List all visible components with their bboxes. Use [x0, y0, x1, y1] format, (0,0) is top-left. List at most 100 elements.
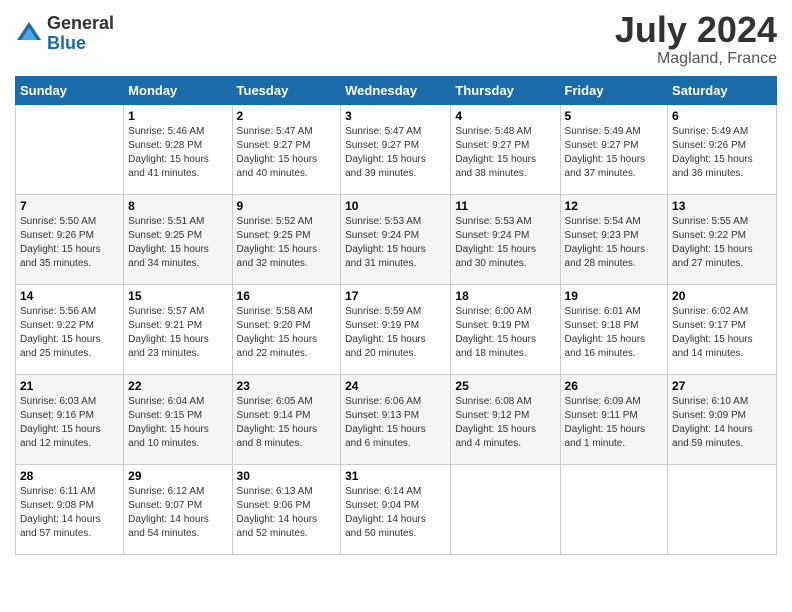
- day-info: Sunrise: 6:14 AMSunset: 9:04 PMDaylight:…: [345, 485, 446, 541]
- day-number: 25: [455, 379, 555, 393]
- day-info: Sunrise: 5:55 AMSunset: 9:22 PMDaylight:…: [672, 215, 772, 271]
- calendar-week-row: 28Sunrise: 6:11 AMSunset: 9:08 PMDayligh…: [16, 464, 777, 554]
- logo-text: General Blue: [47, 14, 114, 54]
- day-number: 6: [672, 109, 772, 123]
- calendar-cell: 8Sunrise: 5:51 AMSunset: 9:25 PMDaylight…: [124, 194, 232, 284]
- day-number: 26: [565, 379, 664, 393]
- day-number: 27: [672, 379, 772, 393]
- day-info: Sunrise: 5:46 AMSunset: 9:28 PMDaylight:…: [128, 125, 227, 181]
- calendar-cell: 3 Sunrise: 5:47 AMSunset: 9:27 PMDaylight…: [341, 104, 451, 194]
- day-info: Sunrise: 5:58 AMSunset: 9:20 PMDaylight:…: [237, 305, 337, 361]
- day-number: 30: [237, 469, 337, 483]
- day-number: 12: [565, 199, 664, 213]
- location: Magland, France: [615, 50, 777, 68]
- header-thursday: Thursday: [451, 76, 560, 104]
- calendar-cell: 27Sunrise: 6:10 AMSunset: 9:09 PMDayligh…: [668, 374, 777, 464]
- day-info: Sunrise: 5:49 AMSunset: 9:27 PMDaylight:…: [565, 125, 664, 181]
- day-number: 1: [128, 109, 227, 123]
- day-number: 16: [237, 289, 337, 303]
- calendar-cell: 15Sunrise: 5:57 AMSunset: 9:21 PMDayligh…: [124, 284, 232, 374]
- header-wednesday: Wednesday: [341, 76, 451, 104]
- calendar-cell: 20 Sunrise: 6:02 AMSunset: 9:17 PMDayligh…: [668, 284, 777, 374]
- day-number: 18: [455, 289, 555, 303]
- calendar-table: SundayMondayTuesdayWednesdayThursdayFrid…: [15, 76, 777, 555]
- calendar-cell: 24 Sunrise: 6:06 AMSunset: 9:13 PMDayligh…: [341, 374, 451, 464]
- calendar-cell: 9 Sunrise: 5:52 AMSunset: 9:25 PMDaylight…: [232, 194, 341, 284]
- day-info: Sunrise: 6:02 AMSunset: 9:17 PMDaylight:…: [672, 305, 772, 361]
- logo-blue: Blue: [47, 34, 114, 54]
- day-number: 24: [345, 379, 446, 393]
- day-info: Sunrise: 5:52 AMSunset: 9:25 PMDaylight:…: [237, 215, 337, 271]
- calendar-cell: 13 Sunrise: 5:55 AMSunset: 9:22 PMDayligh…: [668, 194, 777, 284]
- calendar-cell: 22 Sunrise: 6:04 AMSunset: 9:15 PMDayligh…: [124, 374, 232, 464]
- day-info: Sunrise: 5:48 AMSunset: 9:27 PMDaylight:…: [455, 125, 555, 181]
- day-number: 29: [128, 469, 227, 483]
- calendar-cell: 4 Sunrise: 5:48 AMSunset: 9:27 PMDaylight…: [451, 104, 560, 194]
- header-saturday: Saturday: [668, 76, 777, 104]
- day-info: Sunrise: 5:59 AMSunset: 9:19 PMDaylight:…: [345, 305, 446, 361]
- day-number: 22: [128, 379, 227, 393]
- day-info: Sunrise: 6:09 AMSunset: 9:11 PMDaylight:…: [565, 395, 664, 451]
- calendar-cell: 7Sunrise: 5:50 AMSunset: 9:26 PMDaylight…: [16, 194, 124, 284]
- calendar-cell: 11 Sunrise: 5:53 AMSunset: 9:24 PMDayligh…: [451, 194, 560, 284]
- calendar-cell: 6 Sunrise: 5:49 AMSunset: 9:26 PMDaylight…: [668, 104, 777, 194]
- day-number: 13: [672, 199, 772, 213]
- day-number: 2: [237, 109, 337, 123]
- day-info: Sunrise: 5:50 AMSunset: 9:26 PMDaylight:…: [20, 215, 119, 271]
- day-info: Sunrise: 5:49 AMSunset: 9:26 PMDaylight:…: [672, 125, 772, 181]
- day-info: Sunrise: 6:01 AMSunset: 9:18 PMDaylight:…: [565, 305, 664, 361]
- day-info: Sunrise: 5:47 AMSunset: 9:27 PMDaylight:…: [237, 125, 337, 181]
- day-info: Sunrise: 5:54 AMSunset: 9:23 PMDaylight:…: [565, 215, 664, 271]
- calendar-cell: 10 Sunrise: 5:53 AMSunset: 9:24 PMDayligh…: [341, 194, 451, 284]
- calendar-cell: [16, 104, 124, 194]
- day-info: Sunrise: 6:04 AMSunset: 9:15 PMDaylight:…: [128, 395, 227, 451]
- day-info: Sunrise: 5:47 AMSunset: 9:27 PMDaylight:…: [345, 125, 446, 181]
- calendar-cell: 5Sunrise: 5:49 AMSunset: 9:27 PMDaylight…: [560, 104, 668, 194]
- header-tuesday: Tuesday: [232, 76, 341, 104]
- day-number: 11: [455, 199, 555, 213]
- day-number: 10: [345, 199, 446, 213]
- day-number: 17: [345, 289, 446, 303]
- month-year: July 2024: [615, 10, 777, 50]
- calendar-week-row: 7Sunrise: 5:50 AMSunset: 9:26 PMDaylight…: [16, 194, 777, 284]
- header-sunday: Sunday: [16, 76, 124, 104]
- page-header: General Blue July 2024 Magland, France: [15, 10, 777, 68]
- day-number: 3: [345, 109, 446, 123]
- day-info: Sunrise: 6:06 AMSunset: 9:13 PMDaylight:…: [345, 395, 446, 451]
- calendar-cell: 25 Sunrise: 6:08 AMSunset: 9:12 PMDayligh…: [451, 374, 560, 464]
- calendar-cell: [560, 464, 668, 554]
- calendar-cell: 19 Sunrise: 6:01 AMSunset: 9:18 PMDayligh…: [560, 284, 668, 374]
- day-number: 20: [672, 289, 772, 303]
- day-info: Sunrise: 6:08 AMSunset: 9:12 PMDaylight:…: [455, 395, 555, 451]
- day-info: Sunrise: 6:13 AMSunset: 9:06 PMDaylight:…: [237, 485, 337, 541]
- day-info: Sunrise: 5:57 AMSunset: 9:21 PMDaylight:…: [128, 305, 227, 361]
- day-number: 4: [455, 109, 555, 123]
- calendar-week-row: 21 Sunrise: 6:03 AMSunset: 9:16 PMDayligh…: [16, 374, 777, 464]
- day-info: Sunrise: 5:51 AMSunset: 9:25 PMDaylight:…: [128, 215, 227, 271]
- calendar-cell: 17 Sunrise: 5:59 AMSunset: 9:19 PMDayligh…: [341, 284, 451, 374]
- day-info: Sunrise: 5:53 AMSunset: 9:24 PMDaylight:…: [455, 215, 555, 271]
- day-info: Sunrise: 6:12 AMSunset: 9:07 PMDaylight:…: [128, 485, 227, 541]
- calendar-week-row: 14 Sunrise: 5:56 AMSunset: 9:22 PMDayligh…: [16, 284, 777, 374]
- calendar-week-row: 1 Sunrise: 5:46 AMSunset: 9:28 PMDaylight…: [16, 104, 777, 194]
- calendar-cell: 14 Sunrise: 5:56 AMSunset: 9:22 PMDayligh…: [16, 284, 124, 374]
- day-number: 23: [237, 379, 337, 393]
- day-info: Sunrise: 5:53 AMSunset: 9:24 PMDaylight:…: [345, 215, 446, 271]
- day-number: 14: [20, 289, 119, 303]
- calendar-cell: 2 Sunrise: 5:47 AMSunset: 9:27 PMDaylight…: [232, 104, 341, 194]
- calendar-cell: 16 Sunrise: 5:58 AMSunset: 9:20 PMDayligh…: [232, 284, 341, 374]
- header-friday: Friday: [560, 76, 668, 104]
- calendar-cell: 12 Sunrise: 5:54 AMSunset: 9:23 PMDayligh…: [560, 194, 668, 284]
- day-info: Sunrise: 6:11 AMSunset: 9:08 PMDaylight:…: [20, 485, 119, 541]
- logo: General Blue: [15, 14, 114, 54]
- calendar-cell: 21 Sunrise: 6:03 AMSunset: 9:16 PMDayligh…: [16, 374, 124, 464]
- day-number: 9: [237, 199, 337, 213]
- calendar-cell: 18Sunrise: 6:00 AMSunset: 9:19 PMDayligh…: [451, 284, 560, 374]
- day-info: Sunrise: 5:56 AMSunset: 9:22 PMDaylight:…: [20, 305, 119, 361]
- day-number: 21: [20, 379, 119, 393]
- day-number: 19: [565, 289, 664, 303]
- calendar-cell: [451, 464, 560, 554]
- day-info: Sunrise: 6:03 AMSunset: 9:16 PMDaylight:…: [20, 395, 119, 451]
- calendar-cell: [668, 464, 777, 554]
- calendar-header-row: SundayMondayTuesdayWednesdayThursdayFrid…: [16, 76, 777, 104]
